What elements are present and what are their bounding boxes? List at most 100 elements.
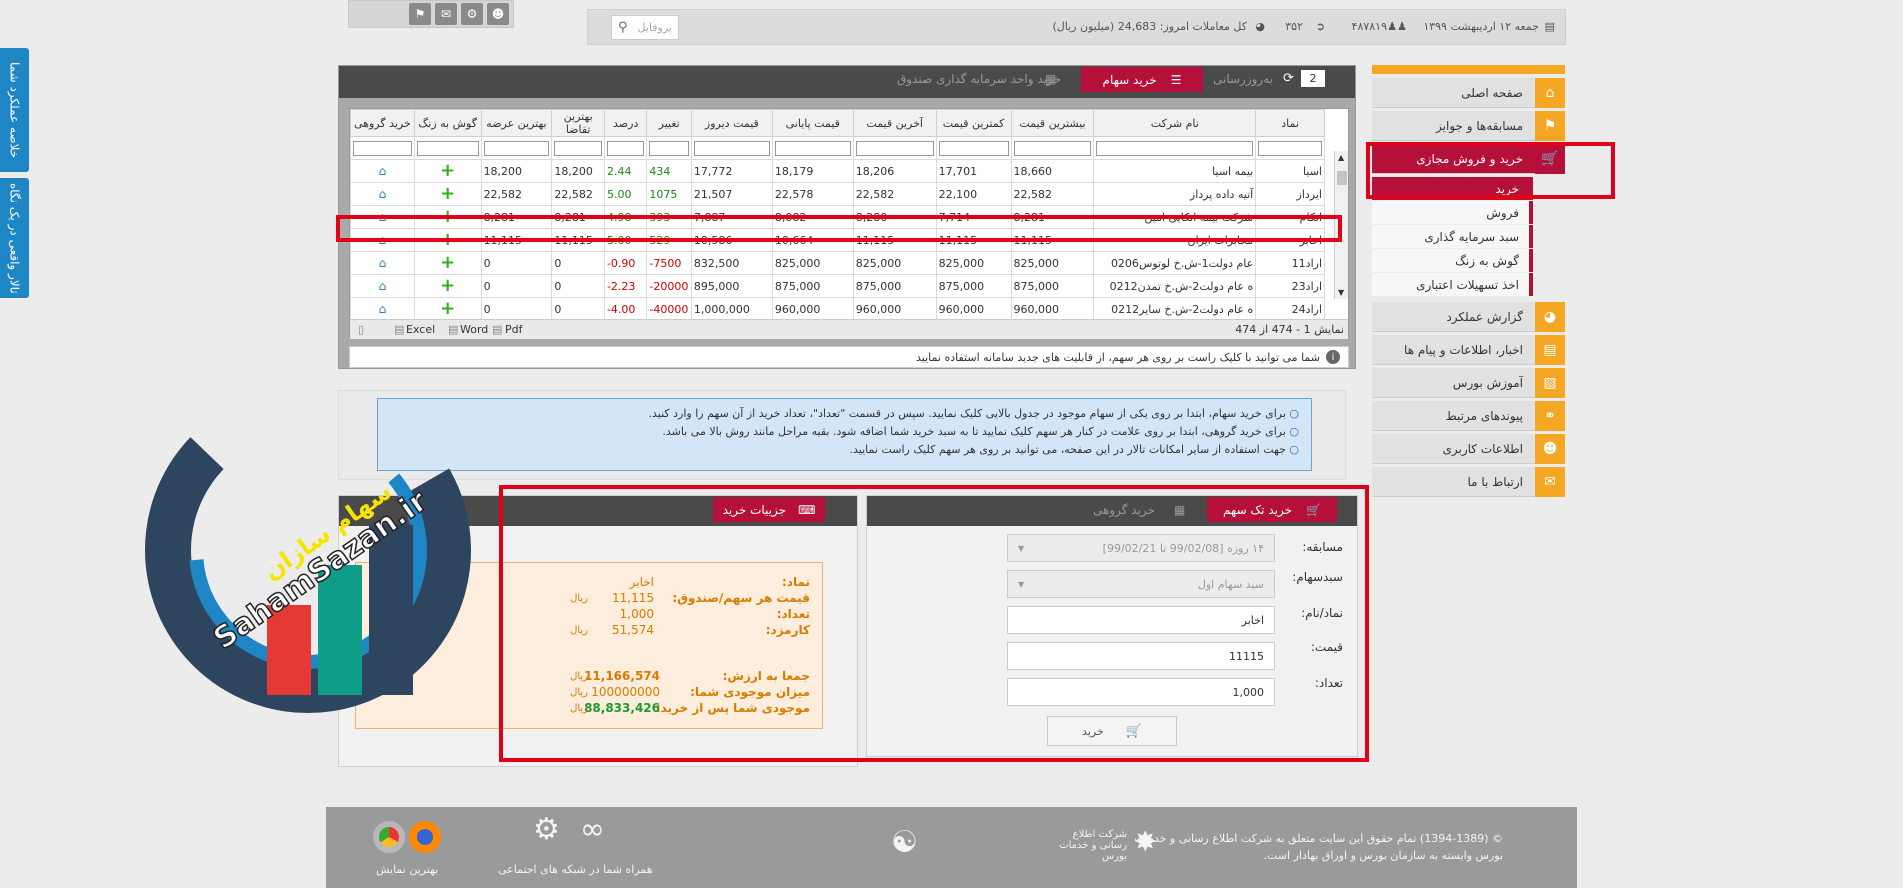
list-icon: ☰ (1170, 72, 1182, 87)
menu-label: پیوندهای مرتبط (1445, 408, 1523, 423)
table-cell: اسیا (1255, 159, 1325, 183)
social-label: همراه شما در شبکه های اجتماعی (498, 863, 653, 876)
menu-header-strip (1372, 65, 1565, 74)
add-basket-icon[interactable]: ⌂ (350, 182, 415, 206)
user-icon[interactable]: ☻ (487, 3, 509, 25)
users-icon: ♟♟ (1387, 20, 1407, 33)
add-basket-icon[interactable]: ⌂ (350, 274, 415, 298)
filter-cell[interactable] (852, 136, 937, 160)
col-low[interactable]: کمترین قیمت (935, 109, 1012, 137)
menu-label: ارتباط با ما (1467, 474, 1523, 489)
tab-buy-stock[interactable]: ☰ خرید سهام (1081, 67, 1203, 92)
table-row[interactable]: ایرداز آتیه داده پرداز 22,582 22,100 22,582 2… (350, 182, 1325, 206)
page-number[interactable]: 2 (1301, 70, 1325, 87)
menu-user-info[interactable]: ☻ اطلاعات کاربری (1372, 434, 1565, 464)
filter-cell[interactable] (413, 136, 482, 160)
filter-cell[interactable] (551, 136, 605, 160)
menu-links[interactable]: ⚭ پیوندهای مرتبط (1372, 401, 1565, 431)
scroll-down-icon[interactable]: ▼ (1338, 288, 1344, 297)
add-basket-icon[interactable]: ⌂ (350, 251, 415, 275)
export-pdf[interactable]: Pdf (505, 323, 523, 336)
menu-performance[interactable]: ◕ گزارش عملکرد (1372, 302, 1565, 332)
table-row[interactable]: اراد11 عام دولت1-ش.خ لوتوس0206 825,000 825,… (350, 251, 1325, 275)
company-name: شرکت اطلاع رسانی و خدمات بورس (1059, 829, 1127, 862)
submenu-portfolio[interactable]: سبد سرمایه گذاری (1372, 225, 1533, 248)
col-symbol[interactable]: نماد (1255, 109, 1325, 137)
header-row: نماد نام شرکت بیشترین قیمت کمترین قیمت آ… (350, 109, 1325, 137)
add-alert-icon[interactable]: + (413, 159, 482, 183)
col-best-ask[interactable]: بهترین عرضه (480, 109, 553, 137)
menu-contact[interactable]: ✉ ارتباط با ما (1372, 467, 1565, 497)
real-exchange-tab[interactable]: تالار واقعی در یک نگاه (0, 178, 29, 298)
page-icon[interactable]: ▯ (358, 323, 364, 336)
filter-cell[interactable] (1255, 136, 1325, 160)
table-cell: 960,000 (771, 297, 854, 321)
scroll-thumb[interactable] (1337, 171, 1347, 185)
table-row[interactable]: اراد24 ه عام دولت2-ش.خ سایر0212 960,000 960… (350, 297, 1325, 321)
add-basket-icon[interactable]: ⌂ (350, 159, 415, 183)
add-alert-icon[interactable]: + (413, 251, 482, 275)
flickr-icon[interactable]: ∞ (580, 812, 605, 847)
menu-competitions[interactable]: ⚑ مسابقه‌ها و جوایز (1372, 111, 1565, 141)
export-excel[interactable]: Excel (406, 323, 435, 336)
col-high[interactable]: بیشترین قیمت (1010, 109, 1095, 137)
message-icon[interactable]: ✉ (435, 3, 457, 25)
filter-cell[interactable] (1093, 136, 1257, 160)
table-cell: 18,200 (480, 159, 553, 183)
filter-cell[interactable] (771, 136, 854, 160)
filter-cell[interactable] (935, 136, 1012, 160)
add-alert-icon[interactable]: + (413, 182, 482, 206)
menu-home[interactable]: ⌂ صفحه اصلی (1372, 78, 1565, 108)
selected-row-highlight (336, 215, 1342, 242)
table-row[interactable]: اراد23 ه عام دولت2-ش.خ تمدن0212 875,000 875… (350, 274, 1325, 298)
table-cell: عام دولت1-ش.خ لوتوس0206 (1093, 251, 1257, 275)
profile-search-input[interactable]: ⚲ پروفایل (611, 15, 679, 40)
col-yesterday[interactable]: قیمت دیروز (690, 109, 773, 137)
scroll-up-icon[interactable]: ▲ (1338, 153, 1344, 162)
filter-cell[interactable] (350, 136, 415, 160)
submenu-credit[interactable]: اخذ تسهیلات اعتباری (1372, 273, 1533, 296)
help-line: جهت استفاده از سایر امکانات تالار در این… (390, 441, 1299, 459)
copyright-line1: © (1394-1389) تمام حقوق این سایت متعلق ب… (1134, 832, 1503, 845)
search-icon[interactable]: ⚲ (618, 20, 628, 35)
col-change[interactable]: تغییر (646, 109, 692, 137)
tab-buy-fund[interactable]: خرید واحد سرمایه گذاری صندوق (897, 72, 1061, 86)
menu-news[interactable]: ▤ اخبار، اطلاعات و پیام ها (1372, 335, 1565, 365)
col-group-buy[interactable]: خرید گروهی (350, 109, 415, 137)
settings-icon[interactable]: ⚙ (461, 3, 483, 25)
filter-cell[interactable] (690, 136, 773, 160)
quick-icon-bar: ☻ ⚙ ✉ ⚑ (348, 0, 514, 28)
menu-label: آموزش بورس (1452, 375, 1523, 390)
menu-label: گزارش عملکرد (1446, 309, 1523, 324)
film-icon[interactable]: ⚙ (533, 812, 560, 847)
col-alert[interactable]: گوش به زنگ (413, 109, 482, 137)
row-count: نمایش 1 - 474 از 474 (1235, 323, 1344, 336)
col-close[interactable]: قیمت پایانی (771, 109, 854, 137)
menu-education[interactable]: ▧ آموزش بورس (1372, 368, 1565, 398)
add-alert-icon[interactable]: + (413, 274, 482, 298)
filter-cell[interactable] (646, 136, 692, 160)
announce-icon[interactable]: ⚑ (409, 3, 431, 25)
col-last[interactable]: آخرین قیمت (852, 109, 937, 137)
table-cell: 17,701 (935, 159, 1012, 183)
chrome-icon[interactable] (373, 821, 405, 853)
add-alert-icon[interactable]: + (413, 297, 482, 321)
firefox-icon[interactable] (409, 821, 441, 853)
home-icon: ⌂ (1535, 78, 1565, 108)
filter-cell[interactable] (480, 136, 553, 160)
filter-cell[interactable] (603, 136, 648, 160)
refresh-icon[interactable]: ⟳ (1283, 71, 1294, 86)
export-word[interactable]: Word (460, 323, 488, 336)
col-company[interactable]: نام شرکت (1093, 109, 1257, 137)
col-percent[interactable]: درصد (603, 109, 648, 137)
submenu-sell[interactable]: فروش (1372, 201, 1533, 224)
add-basket-icon[interactable]: ⌂ (350, 297, 415, 321)
refresh-label[interactable]: بەروزرسانی (1213, 72, 1273, 86)
col-best-bid[interactable]: بهترین تقاضا (551, 109, 605, 137)
filter-cell[interactable] (1010, 136, 1095, 160)
performance-summary-tab[interactable]: خلاصه عملکرد شما (0, 48, 29, 172)
table-row[interactable]: اسیا بیمه اسیا 18,660 17,701 18,206 18,179 17,… (350, 159, 1325, 183)
table-cell: 825,000 (771, 251, 854, 275)
users-count: ۴۸۷۸۱۹ (1351, 20, 1387, 33)
submenu-alerts[interactable]: گوش به زنگ (1372, 249, 1533, 272)
